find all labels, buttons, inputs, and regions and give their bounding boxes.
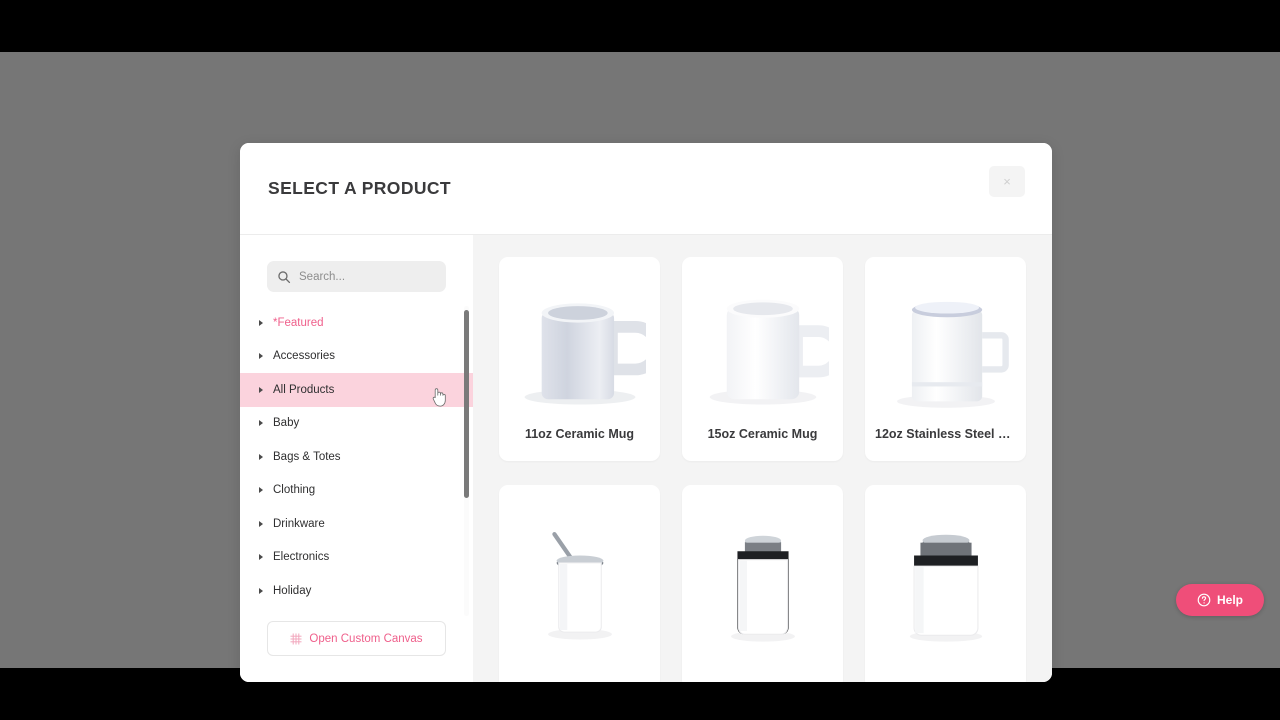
sidebar-item-label: Electronics [273, 551, 330, 564]
chevron-right-icon [259, 554, 263, 561]
sidebar: *Featured Accessories All Products Baby Bags… [240, 235, 473, 682]
help-label: Help [1216, 593, 1243, 607]
search-input[interactable] [299, 270, 436, 283]
question-circle-icon [1197, 593, 1211, 607]
product-name: 12oz Stainless Steel C… [875, 427, 1020, 441]
product-image [499, 485, 660, 669]
sidebar-item-bags-totes[interactable]: Bags & Totes [240, 440, 473, 474]
product-card[interactable] [865, 485, 1026, 682]
product-image [682, 485, 843, 669]
sidebar-item-label: *Featured [273, 316, 324, 329]
product-image [682, 257, 843, 427]
open-custom-canvas-button[interactable]: Open Custom Canvas [267, 621, 446, 656]
chevron-right-icon [259, 487, 263, 494]
grid-icon [290, 633, 302, 644]
close-icon[interactable]: × [989, 166, 1025, 197]
chevron-right-icon [259, 319, 263, 326]
sidebar-item-label: Clothing [273, 484, 316, 497]
sidebar-item-accessories[interactable]: Accessories [240, 340, 473, 374]
chevron-right-icon [259, 453, 263, 460]
sidebar-item-label: Drinkware [273, 517, 325, 530]
search-box[interactable] [267, 261, 446, 292]
product-card[interactable]: 15oz Ceramic Mug [682, 257, 843, 461]
page-title: SELECT A PRODUCT [268, 178, 452, 198]
product-card[interactable]: 11oz Ceramic Mug [499, 257, 660, 461]
product-grid: 11oz Ceramic Mug 15oz Ceramic Mug 12oz S… [499, 257, 1026, 682]
category-scroll-area: *Featured Accessories All Products Baby Bags… [240, 306, 473, 616]
product-name: 15oz Ceramic Mug [707, 427, 818, 441]
product-name [753, 669, 773, 682]
page-overlay: SELECT A PRODUCT × *Featured Accessories A… [0, 52, 1280, 682]
sidebar-item-all-products[interactable]: All Products [240, 373, 473, 407]
sidebar-footer: Open Custom Canvas [240, 621, 473, 682]
product-name: 11oz Ceramic Mug [524, 427, 635, 441]
sidebar-item-drinkware[interactable]: Drinkware [240, 507, 473, 541]
sidebar-item-label: Bags & Totes [273, 450, 341, 463]
search-icon [278, 270, 291, 283]
sidebar-item-label: Accessories [273, 350, 335, 363]
chevron-right-icon [259, 420, 263, 427]
chevron-right-icon [259, 587, 263, 594]
product-name [570, 669, 590, 682]
sidebar-item-clothing[interactable]: Clothing [240, 474, 473, 508]
product-name [936, 669, 956, 682]
product-image [865, 485, 1026, 669]
modal-body: *Featured Accessories All Products Baby Bags… [240, 235, 1052, 682]
sidebar-scrollbar-thumb[interactable] [464, 310, 469, 498]
sidebar-item-label: Baby [273, 417, 300, 430]
chevron-right-icon [259, 386, 263, 393]
product-image [499, 257, 660, 427]
help-button[interactable]: Help [1176, 584, 1264, 616]
modal-header: SELECT A PRODUCT × [240, 143, 1052, 235]
select-product-modal: SELECT A PRODUCT × *Featured Accessories A… [240, 143, 1052, 682]
sidebar-item-holiday[interactable]: Holiday [240, 574, 473, 608]
screen: SELECT A PRODUCT × *Featured Accessories A… [0, 0, 1280, 720]
product-panel: 11oz Ceramic Mug 15oz Ceramic Mug 12oz S… [473, 235, 1052, 682]
sidebar-item-baby[interactable]: Baby [240, 407, 473, 441]
product-image [865, 257, 1026, 427]
product-card[interactable] [682, 485, 843, 682]
sidebar-item-label: Holiday [273, 584, 312, 597]
product-card[interactable]: 12oz Stainless Steel C… [865, 257, 1026, 461]
sidebar-item-electronics[interactable]: Electronics [240, 541, 473, 575]
chevron-right-icon [259, 353, 263, 360]
category-list: *Featured Accessories All Products Baby Bags… [240, 306, 473, 608]
chevron-right-icon [259, 520, 263, 527]
open-custom-canvas-label: Open Custom Canvas [309, 632, 423, 645]
product-card[interactable] [499, 485, 660, 682]
sidebar-item-featured[interactable]: *Featured [240, 306, 473, 340]
sidebar-item-label: All Products [273, 383, 335, 396]
